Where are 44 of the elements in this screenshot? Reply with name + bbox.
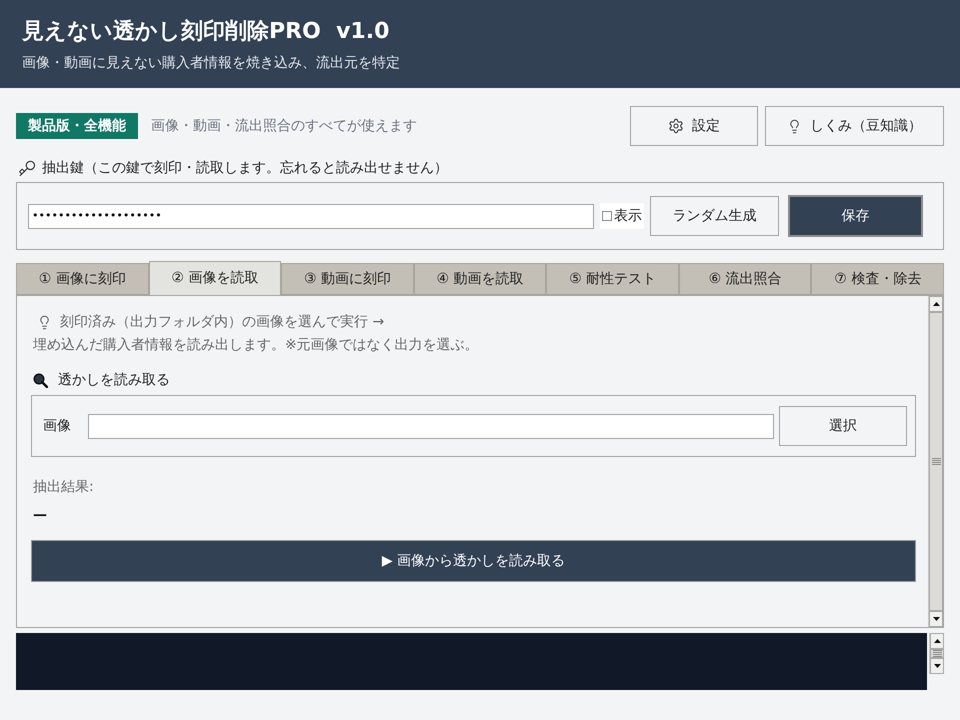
license-note: 画像・動画・流出照合のすべてが使えます — [151, 116, 417, 136]
up-triangle-icon — [934, 639, 940, 643]
select-button[interactable]: 選択 — [779, 406, 907, 446]
scrollbar-thumb[interactable] — [929, 312, 943, 611]
tab[interactable]: ⑦ 検査・除去 — [811, 263, 944, 295]
tab[interactable]: ③ 動画に刻印 — [281, 263, 414, 295]
up-triangle-icon — [932, 302, 940, 306]
settings-button[interactable]: 設定 — [630, 106, 758, 146]
random-generate-button[interactable]: ランダム生成 — [650, 196, 779, 236]
tab[interactable]: ② 画像を読取 — [148, 261, 282, 295]
scrollbar[interactable] — [929, 633, 944, 674]
read-watermark-button[interactable]: ▶ 画像から透かしを読み取る — [31, 540, 916, 582]
hint-text: 埋め込んだ購入者情報を読み出します。※元画像ではなく出力を選ぶ。 — [33, 336, 479, 355]
scrollbar[interactable] — [928, 296, 943, 627]
tips-button[interactable]: しくみ（豆知識） — [765, 106, 944, 146]
gear-icon — [668, 118, 684, 134]
tab[interactable]: ④ 動画を読取 — [414, 263, 546, 295]
result-value: — — [32, 506, 47, 525]
tab[interactable]: ⑤ 耐性テスト — [546, 263, 679, 295]
license-badge: 製品版・全機能 — [16, 113, 138, 139]
image-label: 画像 — [43, 416, 71, 436]
show-key-checkbox[interactable]: 表示 — [600, 203, 644, 229]
key-label: 抽出鍵（この鍵で刻印・読取します。忘れると読み出せません） — [42, 158, 448, 178]
app-subtitle: 画像・動画に見えない購入者情報を焼き込み、流出元を特定 — [22, 54, 400, 73]
down-triangle-icon — [932, 617, 940, 621]
scroll-up-button[interactable] — [930, 633, 944, 649]
grip-icon — [932, 458, 940, 465]
down-triangle-icon — [934, 664, 940, 668]
save-button[interactable]: 保存 — [788, 195, 923, 237]
app-title: 見えない透かし刻印削除PRO v1.0 — [22, 18, 390, 46]
image-path-field[interactable] — [88, 414, 774, 438]
scroll-down-button[interactable] — [930, 658, 944, 674]
scrollbar-thumb[interactable] — [930, 649, 944, 658]
grip-icon — [932, 650, 942, 657]
magnifier-icon — [33, 372, 48, 388]
tab[interactable]: ⑥ 流出照合 — [678, 263, 812, 295]
key-input-field[interactable]: •••••••••••••••••••• — [28, 204, 594, 228]
key-icon — [18, 159, 36, 177]
result-label: 抽出結果: — [32, 478, 94, 497]
section-title: 透かしを読み取る — [58, 370, 170, 390]
scroll-down-button[interactable] — [929, 611, 943, 627]
tab[interactable]: ① 画像に刻印 — [16, 263, 149, 295]
hint-text: 刻印済み（出力フォルダ内）の画像を選んで実行 → — [60, 313, 384, 332]
scroll-up-button[interactable] — [929, 296, 943, 312]
